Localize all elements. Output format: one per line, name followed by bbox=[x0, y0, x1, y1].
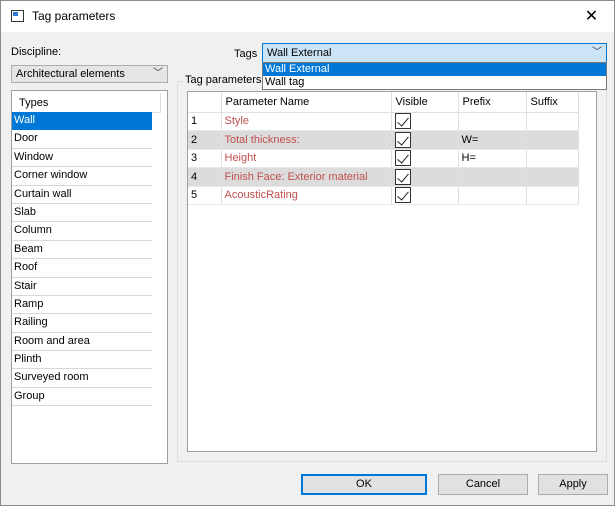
visible-cell bbox=[391, 186, 459, 205]
tags-option[interactable]: Wall External bbox=[263, 63, 606, 76]
table-row[interactable]: 1 Style bbox=[188, 112, 579, 131]
type-item[interactable]: Column bbox=[12, 222, 152, 241]
type-item[interactable]: Roof bbox=[12, 259, 152, 278]
type-item[interactable]: Stair bbox=[12, 278, 152, 296]
window-title: Tag parameters bbox=[32, 9, 116, 23]
chevron-down-icon: ﹀ bbox=[592, 47, 602, 58]
discipline-dropdown[interactable]: Architectural elements ﹀ bbox=[11, 65, 168, 83]
grid-header-row: Parameter Name Visible Prefix Suffix bbox=[188, 92, 579, 113]
tag-parameters-group-label: Tag parameters bbox=[183, 74, 264, 86]
parameter-name-cell[interactable]: Total thickness: bbox=[221, 130, 392, 150]
types-list: Wall Door Window Corner window Curtain wall S… bbox=[12, 112, 152, 407]
tag-parameters-dialog: Tag parameters ✕ Discipline: Architectur… bbox=[0, 0, 615, 506]
tags-dropdown-list: Wall External Wall tag bbox=[262, 62, 607, 90]
row-index: 1 bbox=[188, 112, 222, 131]
grid-header-parameter-name: Parameter Name bbox=[221, 92, 392, 113]
visible-cell bbox=[391, 130, 459, 150]
suffix-cell[interactable] bbox=[526, 167, 579, 187]
table-row[interactable]: 2 Total thickness: W= bbox=[188, 130, 579, 150]
type-item[interactable]: Slab bbox=[12, 204, 152, 223]
visible-checkbox[interactable] bbox=[394, 113, 411, 130]
grid-body: 1 Style 2 Total thickness: W= 3 Height H= 4 Finis… bbox=[188, 112, 579, 205]
visible-checkbox[interactable] bbox=[394, 187, 411, 204]
parameter-name-cell[interactable]: AcousticRating bbox=[221, 186, 392, 205]
suffix-cell[interactable] bbox=[526, 130, 579, 150]
tags-value: Wall External bbox=[267, 47, 332, 59]
table-row[interactable]: 5 AcousticRating bbox=[188, 186, 579, 205]
type-item[interactable]: Group bbox=[12, 388, 152, 407]
row-index: 2 bbox=[188, 130, 222, 150]
prefix-cell[interactable] bbox=[458, 112, 527, 131]
visible-checkbox[interactable] bbox=[394, 131, 411, 148]
type-item[interactable]: Beam bbox=[12, 241, 152, 260]
tag-parameters-grid: Parameter Name Visible Prefix Suffix 1 St… bbox=[187, 91, 597, 452]
visible-checkbox[interactable] bbox=[394, 168, 411, 185]
type-item[interactable]: Surveyed room bbox=[12, 369, 152, 388]
types-list-box: Types Wall Door Window Corner window Curtain… bbox=[11, 90, 168, 464]
row-index: 3 bbox=[188, 149, 222, 168]
type-item[interactable]: Ramp bbox=[12, 296, 152, 315]
type-item[interactable]: Corner window bbox=[12, 167, 152, 186]
grid-header-visible: Visible bbox=[391, 92, 459, 113]
discipline-label: Discipline: bbox=[11, 46, 62, 58]
apply-button[interactable]: Apply bbox=[538, 474, 608, 495]
title-bar: Tag parameters ✕ bbox=[1, 1, 614, 32]
suffix-cell[interactable] bbox=[526, 149, 579, 168]
tags-option[interactable]: Wall tag bbox=[263, 76, 606, 89]
visible-cell bbox=[391, 112, 459, 131]
type-item[interactable]: Railing bbox=[12, 314, 152, 333]
prefix-cell[interactable]: W= bbox=[458, 130, 527, 150]
grid-header-suffix: Suffix bbox=[526, 92, 579, 113]
suffix-cell[interactable] bbox=[526, 186, 579, 205]
chevron-down-icon: ﹀ bbox=[153, 68, 163, 79]
parameter-name-cell[interactable]: Style bbox=[221, 112, 392, 131]
visible-cell bbox=[391, 167, 459, 187]
parameter-name-cell[interactable]: Height bbox=[221, 149, 392, 168]
types-header: Types bbox=[14, 93, 161, 113]
table-row[interactable]: 3 Height H= bbox=[188, 149, 579, 168]
type-item[interactable]: Curtain wall bbox=[12, 186, 152, 204]
table-row[interactable]: 4 Finish Face: Exterior material bbox=[188, 167, 579, 187]
window-icon bbox=[11, 10, 24, 22]
grid-header-prefix: Prefix bbox=[458, 92, 527, 113]
tags-dropdown[interactable]: Wall External ﹀ bbox=[262, 43, 607, 63]
type-item[interactable]: Door bbox=[12, 130, 152, 149]
prefix-cell[interactable]: H= bbox=[458, 149, 527, 168]
close-icon[interactable]: ✕ bbox=[569, 1, 614, 32]
cancel-button[interactable]: Cancel bbox=[438, 474, 528, 495]
parameter-name-cell[interactable]: Finish Face: Exterior material bbox=[221, 167, 392, 187]
type-item[interactable]: Wall bbox=[12, 112, 152, 131]
visible-cell bbox=[391, 149, 459, 168]
row-index: 4 bbox=[188, 167, 222, 187]
grid-header-index bbox=[188, 92, 222, 113]
type-item[interactable]: Plinth bbox=[12, 351, 152, 370]
row-index: 5 bbox=[188, 186, 222, 205]
tags-label: Tags bbox=[234, 48, 258, 60]
type-item[interactable]: Window bbox=[12, 149, 152, 168]
type-item[interactable]: Room and area bbox=[12, 333, 152, 352]
suffix-cell[interactable] bbox=[526, 112, 579, 131]
prefix-cell[interactable] bbox=[458, 167, 527, 187]
prefix-cell[interactable] bbox=[458, 186, 527, 205]
ok-button[interactable]: OK bbox=[301, 474, 427, 495]
discipline-value: Architectural elements bbox=[16, 68, 125, 80]
visible-checkbox[interactable] bbox=[394, 150, 411, 167]
